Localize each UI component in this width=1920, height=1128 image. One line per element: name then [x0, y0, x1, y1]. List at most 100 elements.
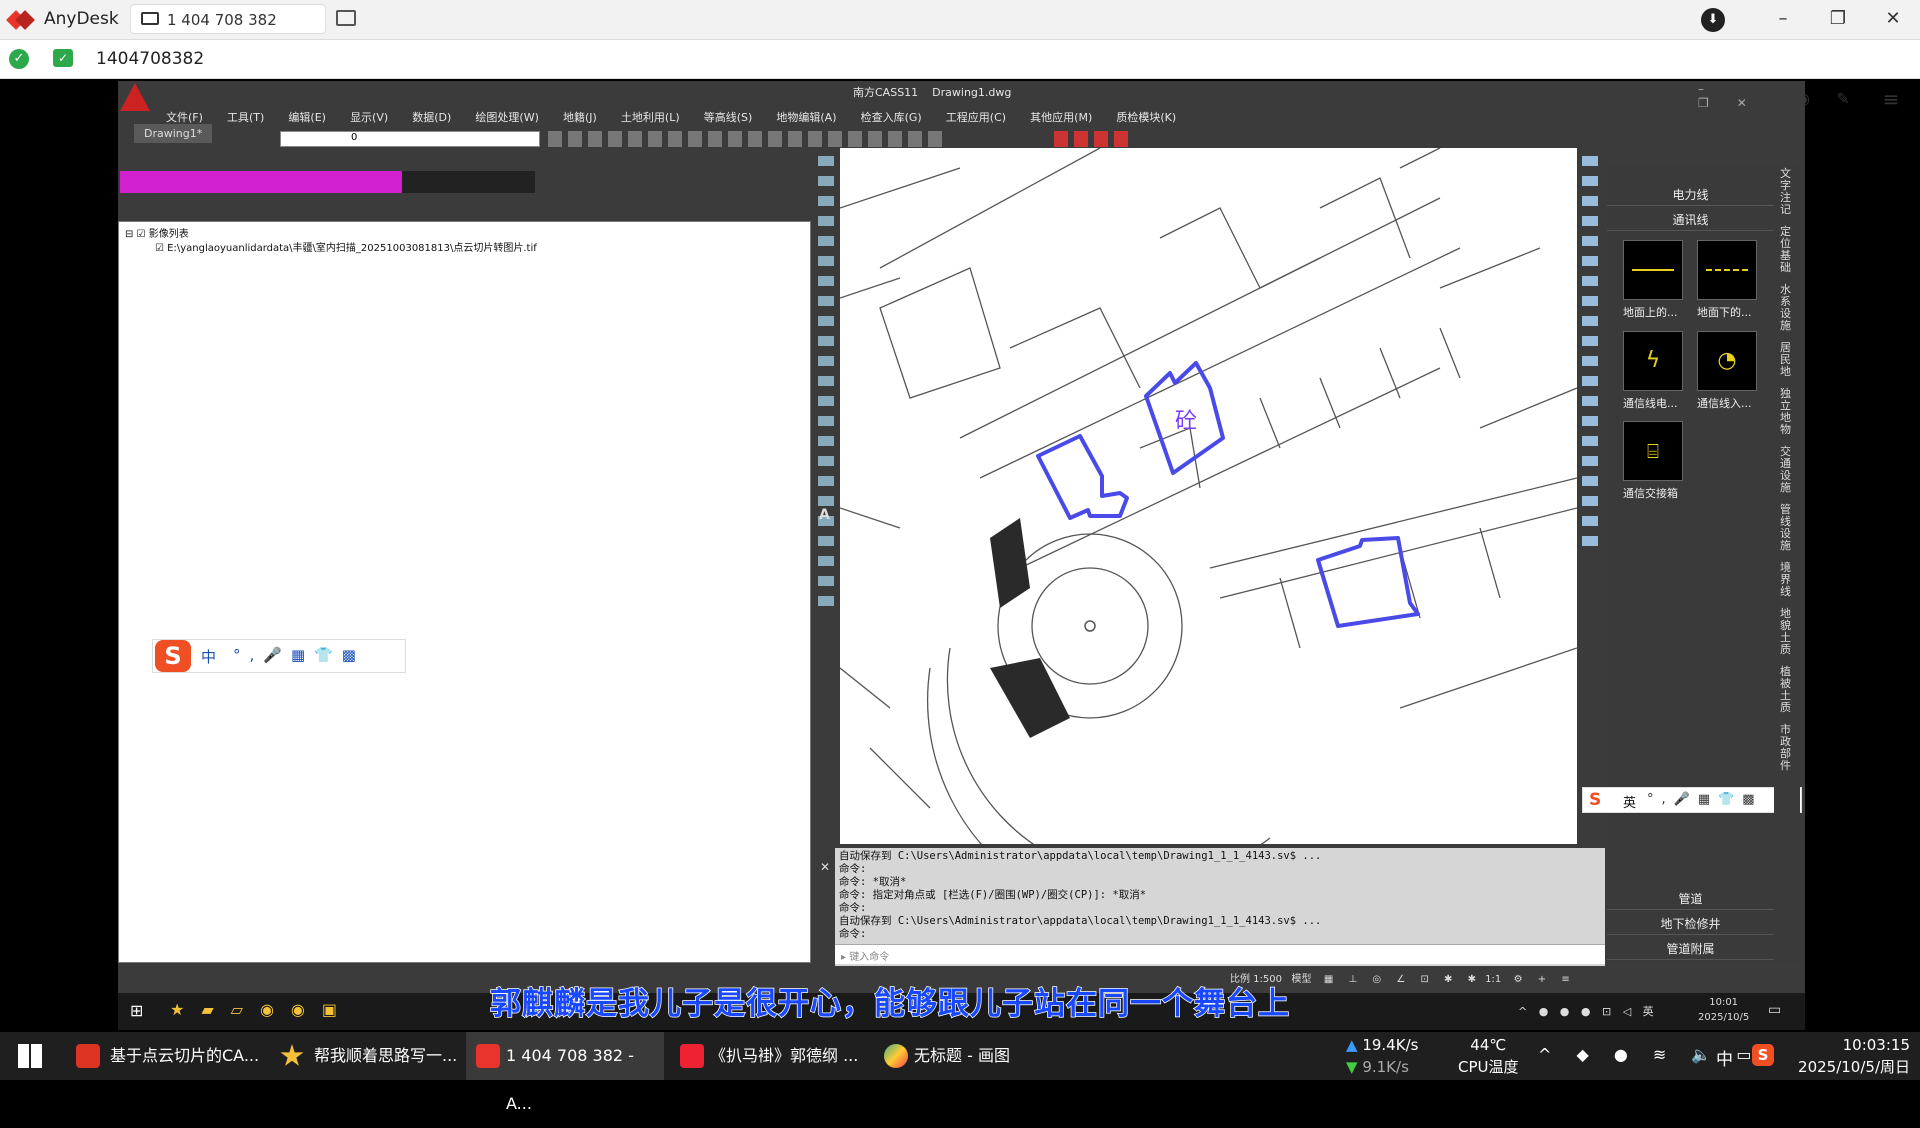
drawing-canvas[interactable]: 砼: [840, 148, 1577, 844]
remote-notification-icon[interactable]: ▭: [1768, 1002, 1781, 1018]
category-power-line[interactable]: 电力线: [1607, 184, 1774, 206]
symbol-junction-box-label: 通信交接箱: [1623, 487, 1678, 500]
vtab-water[interactable]: 水系设施: [1780, 284, 1794, 332]
symbol-telecom-entry[interactable]: ◔: [1697, 331, 1757, 391]
sogou-logo-icon: S: [155, 640, 191, 672]
session-tab-label: 1 404 708 382: [167, 11, 277, 29]
sogou-ime-bar-2[interactable]: S 英 °,🎤▦👕▩: [1582, 787, 1802, 813]
cmd-line: 命令:: [839, 902, 867, 914]
remote-lang[interactable]: 英: [1643, 1005, 1658, 1018]
menu-view[interactable]: 显示(V): [350, 109, 388, 125]
vtab-traffic[interactable]: 交通设施: [1780, 446, 1794, 494]
menu-data[interactable]: 数据(D): [412, 109, 451, 125]
cmd-line: 命令: *取消*: [839, 876, 907, 888]
symbol-telecom-pole[interactable]: ϟ: [1623, 331, 1683, 391]
taskbar-app-wps[interactable]: 基于点云切片的CA...: [70, 1032, 270, 1080]
text-tool-icon[interactable]: A: [819, 507, 830, 523]
category-pipe[interactable]: 管道: [1607, 888, 1774, 910]
menu-drawing[interactable]: 绘图处理(W): [475, 109, 538, 125]
remote-tray-icons[interactable]: ^ ● ● ● ⊡ ◁ 英: [1518, 1003, 1658, 1019]
close-icon[interactable]: ✕: [1878, 8, 1908, 29]
menu-check[interactable]: 检查入库(G): [861, 109, 922, 125]
cass-logo-icon[interactable]: [120, 83, 150, 111]
download-icon[interactable]: ⬇: [1701, 8, 1725, 32]
vtab-vegetation[interactable]: 植被土质: [1780, 666, 1794, 714]
assistant-star-icon: [280, 1044, 304, 1066]
cass-drawing-title: Drawing1.dwg: [932, 86, 1012, 99]
vtab-landform[interactable]: 地貌土质: [1780, 608, 1794, 656]
net-down: 9.1K/s: [1362, 1058, 1409, 1076]
status-icons-2[interactable]: ⚙ + ≡: [1504, 974, 1575, 985]
category-telecom-line[interactable]: 通讯线: [1607, 209, 1774, 231]
cmd-close-icon[interactable]: ✕: [820, 860, 830, 874]
sogou-ime-bar[interactable]: S 中 °,🎤▦👕▩: [152, 639, 406, 673]
tree-root[interactable]: ⊟ ☑ 影像列表: [125, 225, 189, 240]
remote-pinned-icons[interactable]: ★▰▱◉◉▣: [170, 1000, 354, 1019]
player-icon: [680, 1044, 704, 1068]
draw-toolbar[interactable]: [818, 156, 834, 606]
menu-tools[interactable]: 工具(T): [227, 109, 264, 125]
symbol-above-ground-label: 地面上的...: [1623, 306, 1678, 319]
hamburger-menu-icon[interactable]: ≡: [1878, 87, 1904, 111]
symbol-above-ground[interactable]: [1623, 240, 1683, 300]
remote-start-icon[interactable]: ⊞: [130, 1001, 143, 1020]
doc-tab-drawing1[interactable]: Drawing1*: [134, 124, 213, 143]
ime-mode-2[interactable]: 英: [1623, 792, 1636, 811]
menu-landuse[interactable]: 土地利用(L): [621, 109, 680, 125]
tray-sogou-icon[interactable]: S: [1752, 1044, 1774, 1066]
taskbar-app-assistant[interactable]: 帮我顺着思路写一...: [274, 1032, 464, 1080]
tree-child-label: E:\yanglaoyuanlidardata\丰疆\室内扫描_20251003…: [167, 243, 537, 254]
symbol-underground[interactable]: [1697, 240, 1757, 300]
tree-child[interactable]: ☑ E:\yanglaoyuanlidardata\丰疆\室内扫描_202510…: [155, 239, 537, 254]
symbol-telecom-pole-label: 通信线电...: [1623, 397, 1678, 410]
menu-cadastre[interactable]: 地籍(J): [563, 109, 597, 125]
taskbar-app-player[interactable]: 《扒马褂》郭德纲 ...: [670, 1032, 870, 1080]
tray-lang[interactable]: 中: [1716, 1045, 1733, 1070]
3d-icons[interactable]: [1054, 131, 1134, 147]
ime-mode[interactable]: 中: [201, 646, 216, 667]
menu-contour[interactable]: 等高线(S): [704, 109, 753, 125]
annotation-scale[interactable]: 1:1: [1485, 974, 1501, 985]
windows-start-icon[interactable]: [18, 1044, 42, 1068]
minimize-icon[interactable]: –: [1768, 8, 1798, 29]
menu-bar: 文件(F) 工具(T) 编辑(E) 显示(V) 数据(D) 绘图处理(W) 地籍…: [166, 106, 1726, 125]
menu-edit[interactable]: 编辑(E): [288, 109, 326, 125]
vtab-residential[interactable]: 居民地: [1780, 342, 1794, 378]
menu-feature-edit[interactable]: 地物编辑(A): [776, 109, 836, 125]
vtab-pipeline[interactable]: 管线设施: [1780, 504, 1794, 552]
address-field[interactable]: 1404708382: [96, 49, 204, 69]
pen-icon[interactable]: ✎: [1830, 87, 1856, 111]
restore-icon[interactable]: ❐: [1823, 8, 1853, 29]
vtab-independent[interactable]: 独立地物: [1780, 388, 1794, 436]
ime-icons[interactable]: °,🎤▦👕▩: [233, 646, 365, 664]
taskbar-app-label: 《扒马褂》郭德纲 ...: [710, 1046, 859, 1065]
vtab-municipal[interactable]: 市政部件: [1780, 724, 1794, 772]
remote-date: 2025/10/5: [1698, 1012, 1750, 1023]
vtab-text[interactable]: 文字注记: [1780, 168, 1794, 216]
ime-icons-2[interactable]: °,🎤▦👕▩: [1647, 792, 1763, 807]
cpu-temp-label: CPU温度: [1458, 1058, 1519, 1076]
command-placeholder: 键入命令: [849, 952, 890, 963]
vtab-control[interactable]: 定位基础: [1780, 226, 1794, 274]
taskbar-app-paint[interactable]: 无标题 - 画图: [874, 1032, 1024, 1080]
layer-combo[interactable]: 0: [280, 131, 540, 147]
model-status[interactable]: 模型: [1292, 974, 1312, 985]
menu-file[interactable]: 文件(F): [166, 109, 203, 125]
toolbar-icons[interactable]: [548, 131, 948, 147]
network-speed: ▲ 19.4K/s ▼ 9.1K/s: [1346, 1036, 1419, 1076]
category-manhole[interactable]: 地下检修井: [1607, 913, 1774, 935]
command-input[interactable]: ▸ 键入命令: [835, 944, 1605, 964]
category-pipe-attachment[interactable]: 管道附属: [1607, 938, 1774, 960]
new-session-icon[interactable]: [336, 10, 356, 26]
menu-other[interactable]: 其他应用(M): [1030, 109, 1092, 125]
vtab-boundary[interactable]: 境界线: [1780, 562, 1794, 598]
session-tab[interactable]: 1 404 708 382: [130, 4, 326, 34]
anydesk-icon: [476, 1044, 500, 1068]
status-icons[interactable]: ▦ ⊥ ◎ ∠ ⊡ ✱ ✱: [1315, 974, 1482, 985]
menu-engineering[interactable]: 工程应用(C): [946, 109, 1006, 125]
taskbar-app-anydesk[interactable]: 1 404 708 382 - A...: [466, 1032, 664, 1113]
menu-qc[interactable]: 质检模块(K): [1116, 109, 1176, 125]
modify-toolbar[interactable]: [1582, 156, 1598, 556]
symbol-junction-box[interactable]: ⌸: [1623, 421, 1683, 481]
taskbar-clock[interactable]: 10:03:15 2025/10/5/周日: [1790, 1034, 1910, 1078]
